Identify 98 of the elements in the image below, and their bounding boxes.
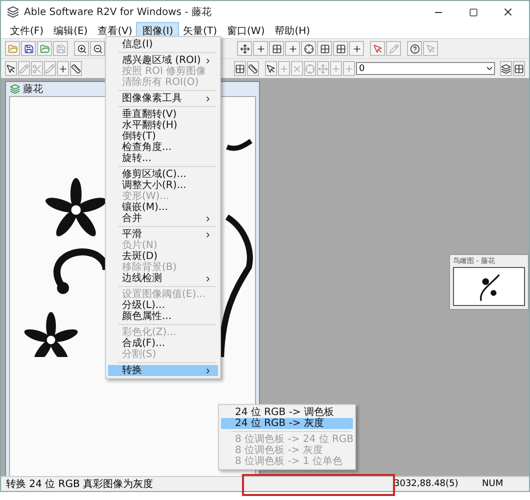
menu-item[interactable]: 调整大小(R)... [108, 180, 218, 191]
grid-icon [320, 44, 330, 54]
plus-icon [256, 44, 266, 54]
layers-button[interactable] [500, 61, 512, 76]
menu-item[interactable]: 合并 [108, 213, 218, 224]
crosshair-icon [305, 64, 315, 74]
save-icon [24, 44, 34, 54]
menu-item[interactable]: 24 位 RGB -> 灰度 [221, 418, 353, 429]
plus-icon [288, 44, 298, 54]
menu-item[interactable]: 旋转... [108, 153, 218, 164]
app-icon [7, 6, 19, 18]
pointer-icon [372, 44, 382, 54]
plus-button[interactable] [349, 41, 364, 56]
window-title: Able Software R2V for Windows - 藤花 [24, 6, 212, 19]
menu-item[interactable]: 去斑(D) [108, 251, 218, 262]
zoom-in-icon [76, 44, 86, 54]
move-icon [240, 44, 250, 54]
menu-item[interactable]: 水平翻转(H) [108, 120, 218, 131]
ruler-button[interactable] [70, 61, 82, 76]
menu-bar-item[interactable]: 文件(F) [5, 23, 49, 38]
menu-item[interactable]: 边线检测 [108, 273, 218, 284]
save-icon [56, 44, 66, 54]
close-icon [292, 64, 302, 74]
pointer-icon [6, 64, 16, 74]
zoom-in-button[interactable] [74, 41, 89, 56]
grid-icon [336, 44, 346, 54]
pointer-button[interactable] [265, 61, 277, 76]
pencil-icon [388, 44, 398, 54]
menu-item[interactable]: 感兴趣区域 (ROI) [108, 55, 218, 66]
menu-item[interactable]: 平滑 [108, 229, 218, 240]
grid-button[interactable] [333, 41, 348, 56]
menu-item[interactable]: 转换 [108, 365, 218, 376]
menu-item[interactable]: 修剪区域(C)... [108, 169, 218, 180]
menu-bar-item[interactable]: 查看(V) [92, 23, 138, 38]
pointer-button[interactable] [5, 61, 17, 76]
grid-icon [514, 64, 524, 74]
help-button[interactable] [407, 41, 422, 56]
menu-bar-item[interactable]: 窗口(W) [222, 23, 270, 38]
layers-icon [501, 64, 511, 74]
plus-button[interactable] [57, 61, 69, 76]
menu-bar-item[interactable]: 帮助(H) [270, 23, 316, 38]
status-message: 转换 24 位 RGB 真彩图像为灰度 [6, 478, 153, 491]
ruler-icon [71, 64, 81, 74]
pencil-icon [19, 64, 29, 74]
menu-item[interactable]: 24 位 RGB -> 调色板 [221, 407, 353, 418]
menu-bar-item[interactable]: 编辑(E) [48, 23, 93, 38]
save-button[interactable] [21, 41, 36, 56]
crosshair-button[interactable] [301, 41, 316, 56]
menu-item[interactable]: 图像像素工具 [108, 93, 218, 104]
zoom-out-button[interactable] [90, 41, 105, 56]
plus-button[interactable] [285, 41, 300, 56]
menu-item[interactable]: 颜色属性... [108, 311, 218, 322]
grid-icon [272, 44, 282, 54]
caret-icon [485, 64, 494, 73]
grid-button[interactable] [317, 41, 332, 56]
crosshair-icon [304, 44, 314, 54]
layer-dropdown[interactable]: 0 [356, 62, 495, 75]
help-icon [410, 44, 420, 54]
pointer-icon [426, 44, 436, 54]
menu-item[interactable]: 垂直翻转(V) [108, 109, 218, 120]
num-lock-indicator: NUM [482, 479, 504, 489]
plus-icon [279, 64, 289, 74]
status-coordinates: 3032,88.48(5) [394, 479, 460, 489]
plus-button[interactable] [253, 41, 268, 56]
close-icon [502, 6, 514, 18]
ruler-button[interactable] [247, 61, 259, 76]
plus-icon [331, 64, 341, 74]
maximize-icon [468, 8, 478, 16]
open-folder-icon [40, 44, 50, 54]
zoom-out-icon [92, 44, 102, 54]
plus-icon [344, 64, 354, 74]
menu-item[interactable]: 检查角度... [108, 142, 218, 153]
menu-bar-item[interactable]: 矢量(T) [178, 23, 222, 38]
move-button[interactable] [237, 41, 252, 56]
menu-item[interactable]: 分级(L)... [108, 300, 218, 311]
chevron-right-icon [204, 56, 212, 64]
scissors-icon [32, 64, 42, 74]
pencil-icon [45, 64, 55, 74]
chevron-right-icon [204, 94, 212, 102]
plus-icon [352, 44, 362, 54]
move-icon [318, 64, 328, 74]
open-folder-button[interactable] [37, 41, 52, 56]
document-icon [10, 84, 20, 94]
menu-item[interactable]: 信息(I) [108, 39, 218, 50]
grid-button[interactable] [234, 61, 246, 76]
ruler-icon [248, 64, 258, 74]
grid-button[interactable] [513, 61, 525, 76]
menu-item[interactable]: 镶嵌(M)... [108, 202, 218, 213]
menu-item[interactable]: 倒转(T) [108, 131, 218, 142]
chevron-right-icon [204, 366, 212, 374]
grid-icon [235, 64, 245, 74]
plus-icon [58, 64, 68, 74]
pointer-icon [266, 64, 276, 74]
image-window-title: 藤花 [23, 82, 43, 96]
open-folder-icon [8, 44, 18, 54]
grid-button[interactable] [269, 41, 284, 56]
menu-item[interactable]: 合成(F)... [108, 338, 218, 349]
chevron-right-icon [204, 274, 212, 282]
